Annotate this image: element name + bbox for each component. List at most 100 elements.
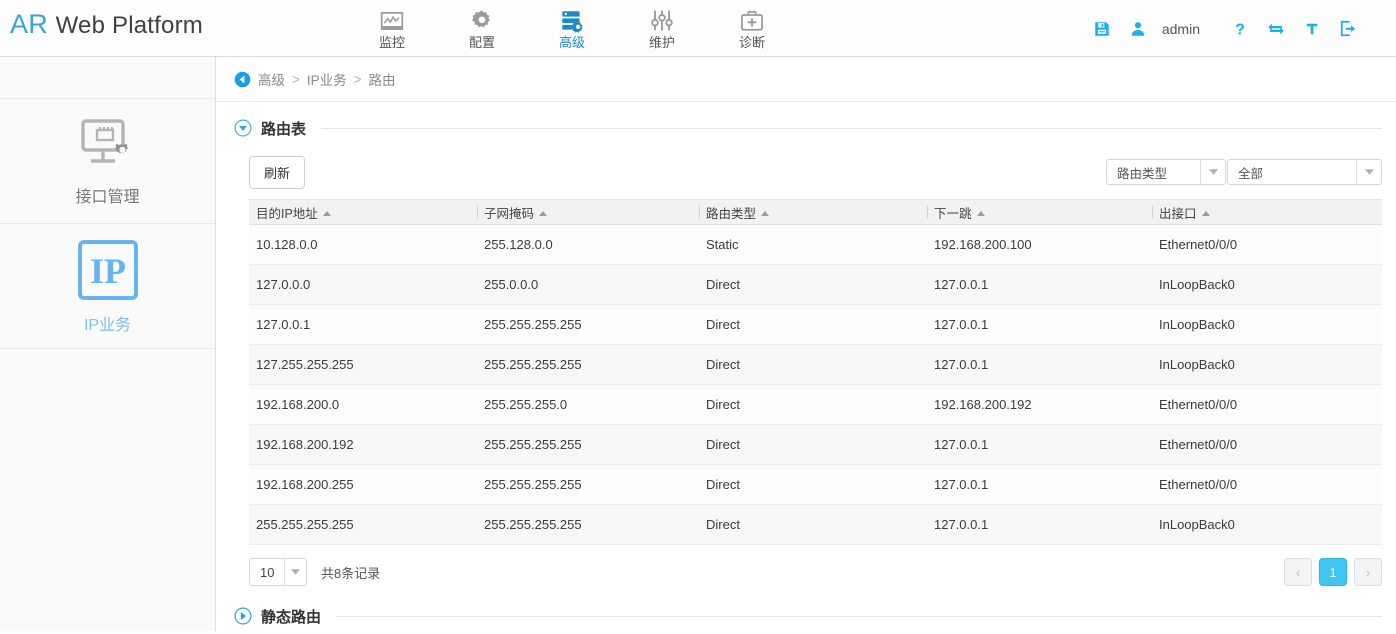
cell-dest-ip: 127.255.255.255 [249, 345, 477, 385]
breadcrumb-segment-1[interactable]: 高级 [258, 69, 285, 89]
nav-item-label: 维护 [649, 36, 675, 49]
user-avatar-button[interactable] [1120, 0, 1156, 57]
app-brand: AR Web Platform [10, 9, 203, 40]
chevron-down-circle-icon[interactable] [234, 119, 252, 137]
cell-dest-ip: 127.0.0.1 [249, 305, 477, 345]
brand-primary: AR [10, 9, 48, 39]
breadcrumb: 高级 > IP业务 > 路由 [216, 57, 1396, 102]
breadcrumb-separator: > [292, 72, 300, 87]
help-icon: ? [1231, 19, 1249, 39]
route-type-select[interactable]: 路由类型 [1106, 159, 1226, 185]
cell-subnet-mask: 255.255.255.255 [477, 305, 699, 345]
cell-dest-ip: 127.0.0.0 [249, 265, 477, 305]
nav-item-monitor[interactable]: 监控 [347, 0, 437, 57]
sidebar-item-interface-management[interactable]: 接口管理 [0, 99, 215, 224]
table-row[interactable]: 127.255.255.255255.255.255.255Direct127.… [249, 345, 1382, 385]
logout-button[interactable] [1330, 0, 1366, 57]
record-count-label: 共8条记录 [321, 563, 380, 582]
user-icon [1129, 20, 1147, 38]
svg-text:?: ? [1235, 21, 1245, 38]
help-button[interactable]: ? [1222, 0, 1258, 57]
column-header-dest-ip[interactable]: 目的IP地址 [249, 200, 477, 225]
monitor-chart-icon [379, 8, 405, 34]
refresh-button[interactable]: 刷新 [249, 156, 305, 189]
page-size-select[interactable]: 10 [249, 558, 307, 586]
switch-user-button[interactable] [1258, 0, 1294, 57]
cell-out-interface: Ethernet0/0/0 [1152, 385, 1382, 425]
column-header-route-type[interactable]: 路由类型 [699, 200, 927, 225]
table-row[interactable]: 192.168.200.192255.255.255.255Direct127.… [249, 425, 1382, 465]
section-title: 静态路由 [261, 606, 321, 627]
cell-out-interface: InLoopBack0 [1152, 265, 1382, 305]
monitor-gear-icon [77, 116, 139, 174]
breadcrumb-segment-2[interactable]: IP业务 [307, 69, 347, 89]
pagination-prev-button[interactable]: ‹ [1284, 558, 1312, 586]
cell-dest-ip: 192.168.200.0 [249, 385, 477, 425]
sidebar-item-label: IP业务 [84, 311, 131, 335]
cell-next-hop: 192.168.200.192 [927, 385, 1152, 425]
main-nav: 监控 配置 高级 [347, 0, 797, 57]
column-header-subnet-mask[interactable]: 子网掩码 [477, 200, 699, 225]
column-header-label: 下一跳 [934, 207, 972, 221]
sort-asc-icon [1202, 211, 1210, 216]
cell-out-interface: InLoopBack0 [1152, 505, 1382, 545]
save-button[interactable] [1084, 0, 1120, 57]
nav-item-label: 高级 [559, 36, 585, 49]
password-key-button[interactable] [1294, 0, 1330, 57]
logout-icon [1339, 19, 1358, 38]
sidebar-item-label: 接口管理 [75, 183, 139, 207]
table-row[interactable]: 127.0.0.0255.0.0.0Direct127.0.0.1InLoopB… [249, 265, 1382, 305]
cell-out-interface: Ethernet0/0/0 [1152, 425, 1382, 465]
column-header-label: 出接口 [1159, 207, 1197, 221]
scope-select[interactable]: 全部 [1227, 159, 1382, 185]
cell-dest-ip: 192.168.200.192 [249, 425, 477, 465]
section-divider [321, 128, 1382, 129]
server-gear-icon [559, 8, 585, 34]
cell-dest-ip: 10.128.0.0 [249, 225, 477, 265]
route-table-body: 10.128.0.0255.128.0.0Static192.168.200.1… [249, 225, 1382, 545]
play-circle-icon[interactable] [234, 607, 252, 625]
cell-route-type: Direct [699, 465, 927, 505]
cell-next-hop: 127.0.0.1 [927, 425, 1152, 465]
back-circle-icon[interactable] [234, 71, 251, 88]
cell-next-hop: 127.0.0.1 [927, 505, 1152, 545]
table-row[interactable]: 10.128.0.0255.128.0.0Static192.168.200.1… [249, 225, 1382, 265]
column-header-out-interface[interactable]: 出接口 [1152, 200, 1382, 225]
sidebar-header-spacer [0, 57, 215, 99]
sidebar-item-ip-service[interactable]: IP IP业务 [0, 224, 215, 349]
cell-out-interface: Ethernet0/0/0 [1152, 225, 1382, 265]
user-name: admin [1162, 21, 1200, 37]
cell-route-type: Direct [699, 425, 927, 465]
ip-box-icon: IP [76, 238, 140, 302]
nav-item-label: 配置 [469, 36, 495, 49]
breadcrumb-segment-3[interactable]: 路由 [369, 69, 396, 89]
nav-item-maintenance[interactable]: 维护 [617, 0, 707, 57]
table-row[interactable]: 192.168.200.0255.255.255.0Direct192.168.… [249, 385, 1382, 425]
cell-out-interface: InLoopBack0 [1152, 305, 1382, 345]
cell-route-type: Direct [699, 505, 927, 545]
table-row[interactable]: 255.255.255.255255.255.255.255Direct127.… [249, 505, 1382, 545]
cell-next-hop: 192.168.200.100 [927, 225, 1152, 265]
nav-item-config[interactable]: 配置 [437, 0, 527, 57]
table-row[interactable]: 192.168.200.255255.255.255.255Direct127.… [249, 465, 1382, 505]
column-header-next-hop[interactable]: 下一跳 [927, 200, 1152, 225]
chevron-down-icon [1200, 160, 1225, 184]
cell-out-interface: InLoopBack0 [1152, 345, 1382, 385]
cell-route-type: Direct [699, 385, 927, 425]
main-content: 高级 > IP业务 > 路由 路由表 刷新 路由类型 全部 [216, 57, 1396, 631]
nav-item-label: 诊断 [739, 36, 765, 49]
top-bar: AR Web Platform 监控 配置 [0, 0, 1396, 57]
table-row[interactable]: 127.0.0.1255.255.255.255Direct127.0.0.1I… [249, 305, 1382, 345]
cell-dest-ip: 255.255.255.255 [249, 505, 477, 545]
nav-item-diagnosis[interactable]: 诊断 [707, 0, 797, 57]
medical-case-plus-icon [739, 8, 765, 34]
sort-asc-icon [323, 211, 331, 216]
nav-item-advanced[interactable]: 高级 [527, 0, 617, 57]
cell-out-interface: Ethernet0/0/0 [1152, 465, 1382, 505]
route-table-section-header: 路由表 [216, 110, 1396, 146]
cell-route-type: Direct [699, 265, 927, 305]
pagination-page-1[interactable]: 1 [1319, 558, 1347, 586]
save-icon [1093, 20, 1111, 38]
pagination-next-button[interactable]: › [1354, 558, 1382, 586]
sort-asc-icon [761, 211, 769, 216]
